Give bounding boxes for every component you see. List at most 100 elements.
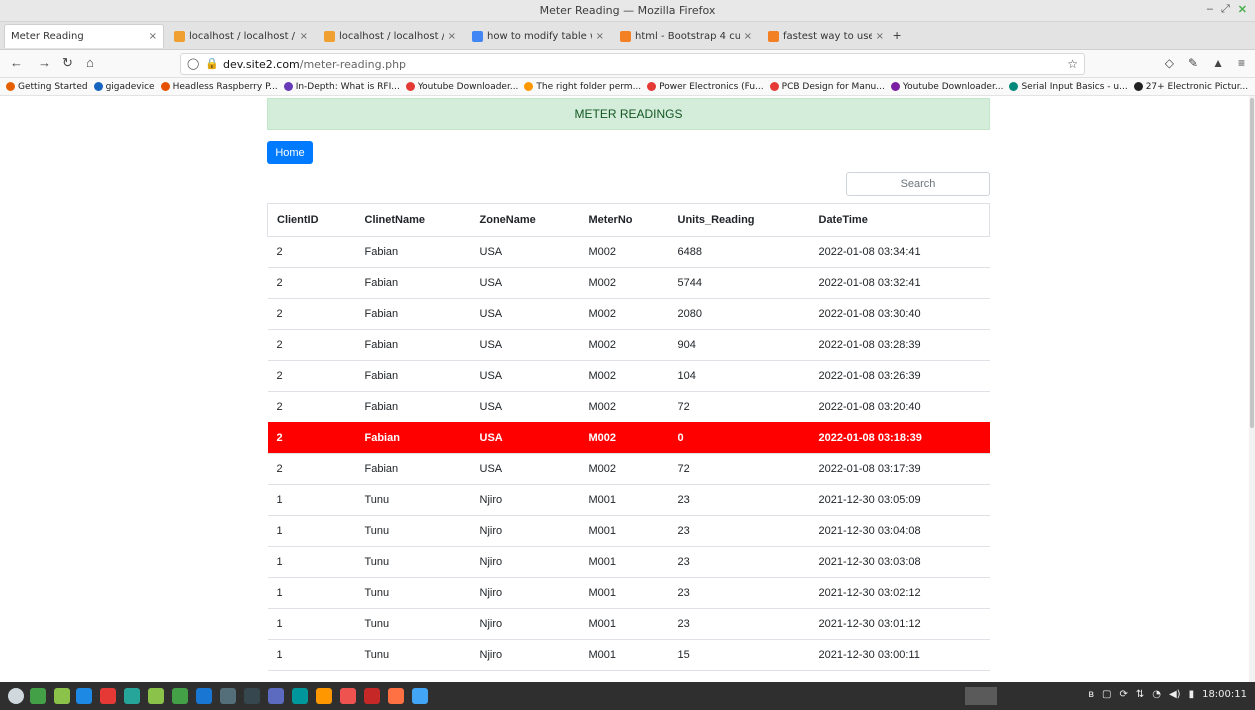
taskbar-window-button[interactable] (965, 687, 997, 705)
terminal-icon[interactable] (220, 688, 236, 704)
scrollbar-thumb[interactable] (1250, 98, 1254, 428)
address-text[interactable]: dev.site2.com/meter-reading.php (223, 58, 406, 71)
table-cell: Njiro (470, 546, 580, 578)
bluetooth-icon[interactable]: ʙ (1088, 689, 1094, 700)
column-header[interactable]: DateTime (809, 203, 990, 237)
update-icon[interactable]: ⟳ (1119, 689, 1127, 700)
menu-icon[interactable]: ≡ (1238, 56, 1245, 70)
column-header[interactable]: Units_Reading (668, 203, 810, 237)
browser-tab[interactable]: fastest way to use css for ht × (762, 24, 890, 48)
close-window-icon[interactable]: ✕ (1238, 3, 1247, 16)
window-controls: – ⤢ ✕ (1207, 3, 1247, 16)
arduino-icon[interactable] (292, 688, 308, 704)
tab-close-icon[interactable]: × (149, 31, 157, 42)
table-row[interactable]: 1 Tunu Njiro M001 23 2021-12-30 03:05:09 (267, 484, 990, 516)
table-row[interactable]: 2 Fabian USA M002 104 2022-01-08 03:26:39 (267, 360, 990, 392)
battery-icon[interactable]: ▮ (1189, 689, 1195, 700)
column-header[interactable]: ClinetName (355, 203, 471, 237)
tab-close-icon[interactable]: × (448, 31, 456, 42)
table-cell: M001 (579, 515, 669, 547)
volume-icon[interactable]: ◀) (1169, 689, 1181, 700)
window-title: Meter Reading — Mozilla Firefox (539, 4, 716, 17)
column-header[interactable]: ClientID (267, 203, 356, 237)
home-icon[interactable]: ⌂ (86, 55, 94, 70)
table-row[interactable]: 1 Tunu Njiro M001 23 2021-12-30 03:02:12 (267, 577, 990, 609)
shield-icon[interactable]: ◯ (187, 57, 199, 70)
browser-tab[interactable]: how to modify table with cs × (466, 24, 610, 48)
eyedropper-icon[interactable]: ✎ (1188, 56, 1198, 70)
browser-tab[interactable]: Meter Reading × (4, 24, 164, 48)
network-icon[interactable]: ⇅ (1136, 689, 1144, 700)
table-row[interactable] (267, 670, 990, 682)
reload-icon[interactable]: ↻ (62, 55, 73, 71)
lock-icon[interactable]: 🔒 (205, 57, 219, 70)
sublime-icon[interactable] (316, 688, 332, 704)
folder-icon[interactable] (148, 688, 164, 704)
table-row[interactable]: 2 Fabian USA M002 2080 2022-01-08 03:30:40 (267, 298, 990, 330)
table-cell: Njiro (470, 608, 580, 640)
php-icon[interactable] (268, 688, 284, 704)
spreadsheet-icon[interactable] (172, 688, 188, 704)
table-cell: USA (470, 267, 580, 299)
bookmark-item[interactable]: 27+ Electronic Pictur... (1133, 82, 1248, 92)
tab-close-icon[interactable]: × (596, 31, 604, 42)
extension-icon[interactable]: ▲ (1212, 56, 1224, 70)
table-row[interactable]: 1 Tunu Njiro M001 23 2021-12-30 03:01:12 (267, 608, 990, 640)
bookmark-item[interactable]: Power Electronics (Fu... (647, 82, 764, 92)
clock[interactable]: 18:00:11 (1202, 689, 1247, 700)
column-header[interactable]: MeterNo (579, 203, 669, 237)
vscode-icon[interactable] (196, 688, 212, 704)
camera-icon[interactable] (412, 688, 428, 704)
table-row[interactable]: 2 Fabian USA M002 6488 2022-01-08 03:34:41 (267, 236, 990, 268)
table-row[interactable]: 1 Tunu Njiro M001 23 2021-12-30 03:03:08 (267, 546, 990, 578)
bookmark-item[interactable]: In-Depth: What is RFI... (283, 82, 400, 92)
table-row-highlighted[interactable]: 2 Fabian USA M002 0 2022-01-08 03:18:39 (267, 422, 990, 454)
clipboard-icon[interactable]: ▢ (1102, 689, 1111, 700)
maximize-icon[interactable]: ⤢ (1221, 3, 1230, 16)
table-row[interactable]: 1 Tunu Njiro M001 23 2021-12-30 03:04:08 (267, 515, 990, 547)
app-icon[interactable] (340, 688, 356, 704)
app-icon[interactable] (124, 688, 140, 704)
column-header[interactable]: ZoneName (470, 203, 580, 237)
table-row[interactable]: 2 Fabian USA M002 72 2022-01-08 03:20:40 (267, 391, 990, 423)
bookmark-item[interactable]: Headless Raspberry P... (160, 82, 278, 92)
menu-icon[interactable] (8, 688, 24, 704)
forward-icon[interactable]: → (38, 55, 51, 70)
tab-close-icon[interactable]: × (876, 31, 884, 42)
table-cell: Fabian (355, 422, 471, 454)
tab-close-icon[interactable]: × (300, 31, 308, 42)
search-input[interactable]: Search (846, 172, 990, 196)
desktop-icon[interactable] (30, 688, 46, 704)
wifi-icon[interactable]: ◔ (1152, 689, 1161, 700)
bookmark-item[interactable]: The right folder perm... (524, 82, 641, 92)
back-icon[interactable]: ← (10, 55, 23, 70)
browser-tab[interactable]: localhost / localhost / zuhu × (168, 24, 314, 48)
bookmark-item[interactable]: Serial Input Basics - u... (1009, 82, 1128, 92)
bookmark-item[interactable]: PCB Design for Manu... (769, 82, 885, 92)
table-row[interactable]: 2 Fabian USA M002 904 2022-01-08 03:28:39 (267, 329, 990, 361)
page-scrollbar[interactable] (1249, 96, 1255, 682)
bookmark-star-icon[interactable]: ☆ (1067, 57, 1078, 71)
bookmark-item[interactable]: Getting Started (6, 82, 88, 92)
bookmark-item[interactable]: gigadevice (93, 82, 155, 92)
new-tab-button[interactable]: + (893, 27, 901, 43)
app-icon[interactable] (100, 688, 116, 704)
home-button[interactable]: Home (267, 141, 313, 164)
bookmark-favicon-icon (524, 82, 534, 91)
address-bar[interactable]: ◯ 🔒 dev.site2.com/meter-reading.php ☆ (180, 53, 1085, 75)
table-row[interactable]: 2 Fabian USA M002 5744 2022-01-08 03:32:41 (267, 267, 990, 299)
terminal-icon[interactable] (244, 688, 260, 704)
bookmark-item[interactable]: Youtube Downloader... (890, 82, 1003, 92)
table-row[interactable]: 2 Fabian USA M002 72 2022-01-08 03:17:39 (267, 453, 990, 485)
firefox-icon[interactable] (388, 688, 404, 704)
app-icon[interactable] (54, 688, 70, 704)
bookmark-item[interactable]: Youtube Downloader... (405, 82, 518, 92)
pocket-icon[interactable]: ◇ (1165, 56, 1174, 70)
vs-icon[interactable] (76, 688, 92, 704)
filezilla-icon[interactable] (364, 688, 380, 704)
minimize-icon[interactable]: – (1207, 3, 1213, 16)
browser-tab[interactable]: html - Bootstrap 4 custom t × (614, 24, 758, 48)
browser-tab[interactable]: localhost / localhost / zuhu × (318, 24, 462, 48)
tab-close-icon[interactable]: × (744, 31, 752, 42)
table-row[interactable]: 1 Tunu Njiro M001 15 2021-12-30 03:00:11 (267, 639, 990, 671)
